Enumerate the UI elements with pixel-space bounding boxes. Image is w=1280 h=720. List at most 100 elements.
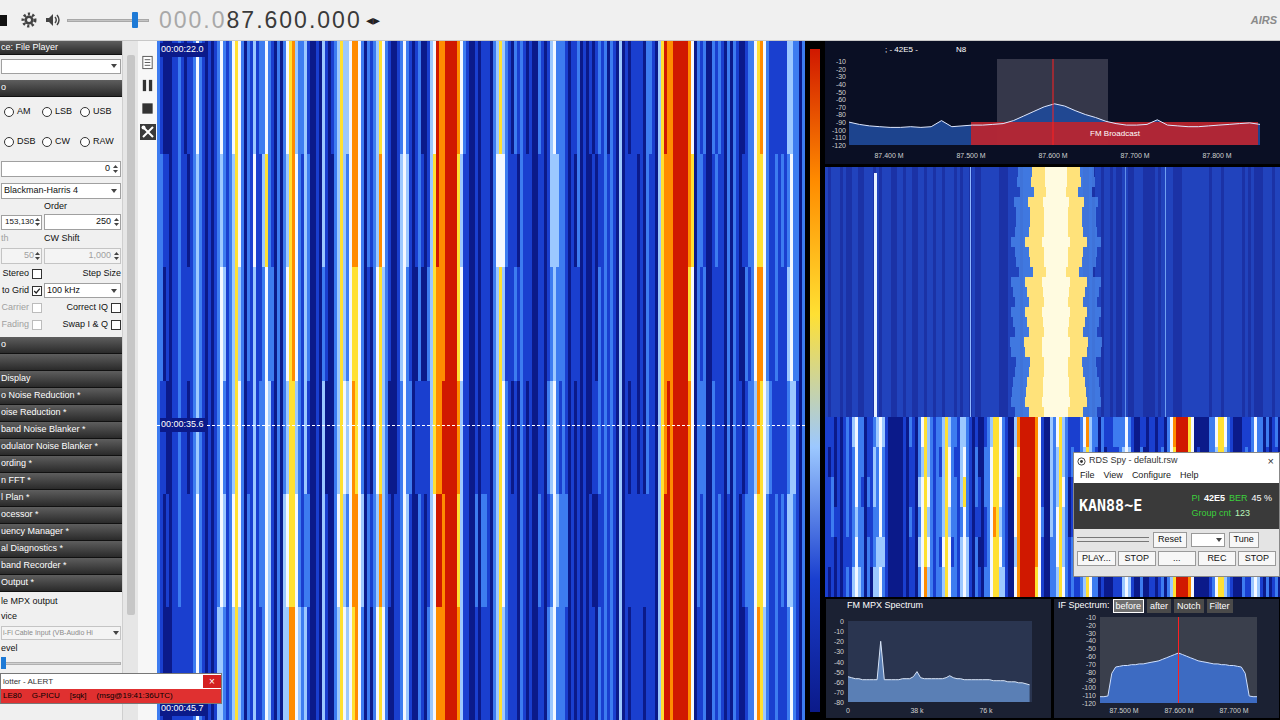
speaker-icon[interactable] (45, 12, 61, 28)
menu-item[interactable]: File (1080, 469, 1095, 483)
option-row: FadingSwap I & Q (0, 316, 122, 333)
checkbox[interactable] (32, 269, 42, 279)
rds-button[interactable]: ... (1158, 551, 1196, 567)
main-waterfall: 00:00:22.000:00:35.600:00:45.7 (157, 41, 805, 720)
alert-field: LE80 (3, 690, 22, 702)
mode-radio[interactable]: RAW (80, 135, 118, 149)
stop-icon[interactable] (0, 15, 7, 26)
menu-item[interactable]: Help (1180, 469, 1199, 483)
rds-slider[interactable] (1077, 533, 1149, 547)
dropdown-arrow-icon[interactable] (1215, 536, 1223, 544)
if-mode-button[interactable]: Notch (1174, 599, 1204, 613)
group-count-label: Group cnt (1191, 507, 1231, 521)
tune-button[interactable]: Tune (1229, 532, 1259, 548)
section-header[interactable]: band Noise Blanker * (0, 422, 122, 439)
section-header[interactable]: odulator Noise Blanker * (0, 439, 122, 456)
y-tick: -40 (834, 659, 844, 666)
mode-radio[interactable]: DSB (4, 135, 42, 149)
step-size-dropdown[interactable]: 100 kHz (44, 283, 121, 299)
mode-radio[interactable]: USB (80, 105, 118, 119)
y-tick: -60 (1086, 653, 1096, 660)
rds-button[interactable]: REC (1198, 551, 1236, 567)
timestamp: 00:00:22.0 (160, 43, 205, 57)
y-tick: -80 (1086, 669, 1096, 676)
y-tick: -70 (834, 689, 844, 696)
x-tick: 38 k (910, 707, 924, 714)
mpx-fill (848, 641, 1030, 702)
alert-field: G-PICU (32, 690, 60, 702)
tool-column (138, 41, 157, 720)
section-header[interactable]: uency Manager * (0, 524, 122, 541)
section-header[interactable]: Output * (0, 575, 122, 592)
source-dropdown[interactable] (1, 59, 121, 74)
spinner-icon[interactable] (113, 250, 120, 262)
menu-item[interactable]: Configure (1132, 469, 1171, 483)
section-header[interactable]: ce: File Player (0, 41, 122, 55)
close-button[interactable]: × (1266, 453, 1276, 470)
rds-button[interactable]: PLAY... (1077, 551, 1116, 567)
document-icon[interactable] (140, 55, 155, 70)
reset-button[interactable]: Reset (1153, 532, 1187, 548)
section-header[interactable]: oise Reduction * (0, 405, 122, 422)
section-header[interactable]: Display (0, 371, 122, 388)
if-mode-button[interactable]: Filter (1207, 599, 1233, 613)
checkbox-option[interactable]: Correct IQ (66, 301, 121, 315)
pause-icon[interactable] (140, 78, 155, 93)
dropdown-arrow-icon[interactable] (110, 287, 118, 295)
scrollbar[interactable] (122, 41, 138, 720)
spinner-icon[interactable] (34, 250, 41, 262)
frequency-display[interactable]: 000.087.600.000 (159, 9, 362, 32)
rds-button[interactable]: STOP (1238, 551, 1276, 567)
tuning-arrows[interactable]: ◂▸ (366, 10, 380, 31)
gear-icon[interactable] (21, 12, 37, 28)
checkbox[interactable] (111, 320, 121, 330)
level-label: evel (1, 642, 18, 656)
checkbox-option[interactable]: Swap I & Q (62, 318, 121, 332)
dropdown-arrow-icon[interactable] (110, 62, 118, 70)
shift-field[interactable]: 0 (1, 161, 121, 177)
section-header[interactable]: o Noise Reduction * (0, 388, 122, 405)
stop-icon[interactable] (140, 101, 155, 116)
x-tick: 87.500 M (1109, 707, 1138, 714)
menu-item[interactable]: View (1104, 469, 1123, 483)
right-panel: ; - 42E5 -N8-10-20-30-40-50-60-70-80-90-… (825, 41, 1280, 720)
dropdown-arrow-icon[interactable] (112, 629, 120, 637)
y-tick: -20 (1086, 622, 1096, 629)
section-header[interactable]: ocessor * (0, 507, 122, 524)
if-mode-button[interactable]: before (1113, 599, 1145, 613)
order-field[interactable]: 250 (44, 214, 121, 230)
spectrum-mode: N8 (956, 45, 967, 54)
section-header[interactable]: o (0, 337, 122, 354)
timestamp: 00:00:35.6 (160, 418, 205, 432)
mode-radio[interactable]: LSB (42, 105, 80, 119)
checkbox-option[interactable]: Stereo (2, 267, 42, 281)
airspy-logo: AIRS (1251, 12, 1277, 29)
checkbox[interactable] (111, 303, 121, 313)
spinner-icon[interactable] (113, 216, 120, 228)
dropdown-arrow-icon[interactable] (110, 187, 118, 195)
mode-radio[interactable]: AM (4, 105, 42, 119)
level-slider[interactable] (1, 656, 121, 670)
section-header[interactable]: n FFT * (0, 473, 122, 490)
close-button[interactable]: × (203, 675, 221, 688)
checkbox-option[interactable]: to Grid (2, 284, 42, 298)
mode-radio[interactable]: CW (42, 135, 80, 149)
section-header[interactable]: l Plan * (0, 490, 122, 507)
bandwidth-field[interactable]: 153,130 (1, 215, 42, 230)
tools-icon[interactable] (140, 124, 156, 140)
section-header[interactable]: al Diagnostics * (0, 541, 122, 558)
window-dropdown[interactable]: Blackman-Harris 4 (1, 183, 121, 199)
rds-button[interactable]: STOP (1118, 551, 1156, 567)
squelch-label: th (1, 232, 44, 246)
if-mode-button[interactable]: after (1147, 599, 1171, 613)
section-header[interactable]: band Recorder * (0, 558, 122, 575)
spinner-icon[interactable] (112, 163, 119, 175)
squelch-field: 50 (1, 248, 42, 264)
device-dropdown[interactable]: i-Fi Cable Input (VB-Audio Hi (1, 626, 121, 640)
spinner-icon[interactable] (34, 216, 41, 228)
section-header[interactable]: o (0, 80, 122, 97)
section-header[interactable]: ording * (0, 456, 122, 473)
checkbox[interactable] (32, 286, 42, 296)
rds-select[interactable] (1191, 533, 1225, 547)
volume-slider[interactable] (67, 11, 149, 29)
